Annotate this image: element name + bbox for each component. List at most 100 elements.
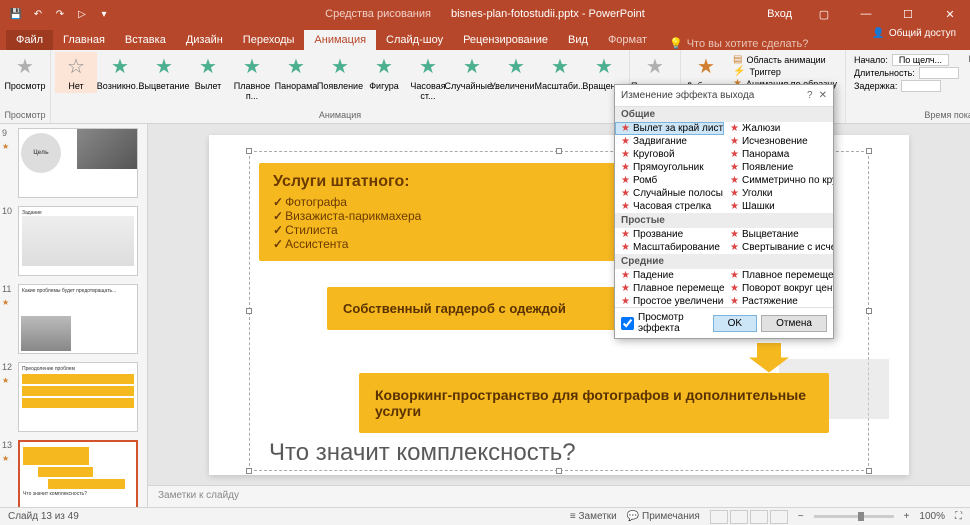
dialog-close-icon[interactable]: ✕ (819, 90, 827, 101)
animation-gallery-item[interactable]: ★Масштаби... (539, 52, 581, 93)
duration-input[interactable]: Длительность: (854, 67, 959, 79)
effect-item[interactable]: ★Плавное перемещение вверх (724, 269, 833, 282)
fit-to-window-icon[interactable]: ⛶ (955, 511, 962, 522)
tab-insert[interactable]: Вставка (115, 30, 176, 50)
effect-item[interactable]: ★Случайные полосы (615, 187, 724, 200)
effect-item[interactable]: ★Шашки (724, 200, 833, 213)
slide-thumbnails-panel[interactable]: 9★ Цель 10 Задание 11★ Какие проблемы бу… (0, 124, 148, 507)
effect-item[interactable]: ★Исчезновение (724, 135, 833, 148)
content-box-coworking[interactable]: Коворкинг-пространство для фотографов и … (359, 373, 829, 433)
slide-question-text[interactable]: Что значит комплексность? (269, 439, 576, 467)
cancel-button[interactable]: Отмена (761, 315, 827, 332)
normal-view-icon[interactable] (710, 510, 728, 524)
animation-gallery-item[interactable]: ★Часовая ст... (407, 52, 449, 103)
effect-item[interactable]: ★Свертывание с исчезновением (724, 241, 833, 254)
delay-input[interactable]: Задержка: (854, 80, 959, 92)
list-item: ✓Стилиста (273, 223, 605, 237)
sorter-view-icon[interactable] (730, 510, 748, 524)
preview-button[interactable]: ★ Просмотр (4, 52, 46, 93)
tab-transitions[interactable]: Переходы (233, 30, 305, 50)
animation-gallery-item[interactable]: ★Плавное п... (231, 52, 273, 103)
effect-item[interactable]: ★Растяжение (724, 295, 833, 307)
content-box-services[interactable]: Услуги штатного: ✓Фотографа✓Визажиста-па… (259, 163, 619, 261)
effect-item[interactable]: ★Масштабирование (615, 241, 724, 254)
zoom-out-icon[interactable]: − (798, 511, 804, 522)
tab-animations[interactable]: Анимация (304, 30, 376, 50)
qat-customize-icon[interactable]: ▾ (96, 6, 112, 22)
reading-view-icon[interactable] (750, 510, 768, 524)
animation-gallery-item[interactable]: ★Случайные... (451, 52, 493, 93)
tab-format[interactable]: Формат (598, 30, 657, 50)
effect-item[interactable]: ★Часовая стрелка (615, 200, 724, 213)
effect-item[interactable]: ★Падение (615, 269, 724, 282)
star-icon: ★ (287, 54, 305, 79)
tell-me-search[interactable]: 💡Что вы хотите сделать? (669, 37, 808, 50)
tab-design[interactable]: Дизайн (176, 30, 233, 50)
preview-effect-checkbox[interactable]: Просмотр эффекта (621, 312, 713, 334)
effect-item[interactable]: ★Выцветание (724, 228, 833, 241)
exit-effect-icon: ★ (730, 283, 739, 294)
tab-home[interactable]: Главная (53, 30, 115, 50)
effect-item[interactable]: ★Жалюзи (724, 122, 833, 135)
slide-counter[interactable]: Слайд 13 из 49 (8, 511, 79, 522)
animation-gallery-item[interactable]: ★Панорама (275, 52, 317, 93)
animation-gallery-item[interactable]: ★Появление (319, 52, 361, 93)
slide-thumb-12[interactable]: Преодоление проблем (18, 362, 138, 432)
start-dropdown[interactable]: Начало: По щелч... (854, 54, 959, 66)
maximize-button[interactable]: ☐ (888, 0, 928, 28)
tab-slideshow[interactable]: Слайд-шоу (376, 30, 453, 50)
tab-view[interactable]: Вид (558, 30, 598, 50)
start-slideshow-icon[interactable]: ▷ (74, 6, 90, 22)
animation-gallery-item[interactable]: ★Выцветание (143, 52, 185, 93)
redo-icon[interactable]: ↷ (52, 6, 68, 22)
notes-toggle[interactable]: ≡ Заметки (570, 511, 617, 522)
tab-file[interactable]: Файл (6, 30, 53, 50)
slide-thumb-9[interactable]: Цель (18, 128, 138, 198)
effect-item[interactable]: ★Поворот вокруг центра (724, 282, 833, 295)
animation-none[interactable]: ☆ Нет (55, 52, 97, 93)
effect-item[interactable]: ★Панорама (724, 148, 833, 161)
comments-toggle[interactable]: 💬 Примечания (627, 511, 700, 522)
save-icon[interactable]: 💾 (8, 6, 24, 22)
effect-item[interactable]: ★Простое увеличение (615, 295, 724, 307)
effect-item[interactable]: ★Симметрично по кругу (724, 174, 833, 187)
animation-gallery-item[interactable]: ★Фигура (363, 52, 405, 93)
animation-gallery-item[interactable]: ★Увеличени... (495, 52, 537, 93)
effect-item[interactable]: ★Ромб (615, 174, 724, 187)
slide-thumb-11[interactable]: Какие проблемы будет предотвращать... (18, 284, 138, 354)
minimize-button[interactable]: — (846, 0, 886, 28)
undo-icon[interactable]: ↶ (30, 6, 46, 22)
view-buttons (710, 510, 788, 524)
share-button[interactable]: 👤Общий доступ (862, 28, 966, 39)
ribbon-options-icon[interactable]: ▢ (804, 0, 844, 28)
dialog-help-icon[interactable]: ? (807, 90, 813, 101)
effect-item[interactable]: ★Плавное перемещение вниз (615, 282, 724, 295)
effect-item[interactable]: ★Появление (724, 161, 833, 174)
effect-item[interactable]: ★Уголки (724, 187, 833, 200)
sign-in-button[interactable]: Вход (757, 8, 802, 20)
effect-list[interactable]: Общие ★Вылет за край листа★Жалюзи★Задвиг… (615, 107, 833, 307)
effect-item[interactable]: ★Прямоугольник (615, 161, 724, 174)
trigger-icon: ⚡ (733, 66, 745, 77)
effect-item[interactable]: ★Вылет за край листа (615, 122, 724, 135)
close-button[interactable]: ✕ (930, 0, 970, 28)
slideshow-view-icon[interactable] (770, 510, 788, 524)
animation-pane-button[interactable]: ▤Область анимации (733, 54, 837, 65)
exit-effect-icon: ★ (730, 296, 739, 307)
zoom-level[interactable]: 100% (919, 511, 945, 522)
zoom-in-icon[interactable]: + (904, 511, 910, 522)
animation-gallery-item[interactable]: ★Вылет (187, 52, 229, 93)
tab-review[interactable]: Рецензирование (453, 30, 558, 50)
ok-button[interactable]: OK (713, 315, 757, 332)
animation-gallery-item[interactable]: ★Возникно... (99, 52, 141, 93)
zoom-slider[interactable] (814, 515, 894, 518)
effect-item[interactable]: ★Задвигание (615, 135, 724, 148)
exit-effect-icon: ★ (730, 188, 739, 199)
notes-pane[interactable]: Заметки к слайду (148, 485, 970, 507)
slide-thumb-10[interactable]: Задание (18, 206, 138, 276)
effect-item[interactable]: ★Прозвание (615, 228, 724, 241)
slide-thumb-13[interactable]: Что значит комплексность? (18, 440, 138, 507)
exit-effect-icon: ★ (730, 123, 739, 134)
trigger-button[interactable]: ⚡Триггер (733, 66, 837, 77)
effect-item[interactable]: ★Круговой (615, 148, 724, 161)
